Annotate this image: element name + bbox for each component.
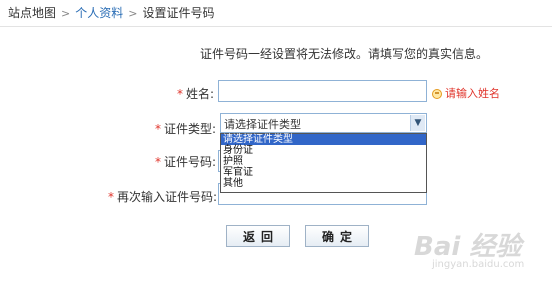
required-mark: * — [154, 155, 161, 169]
name-label-text: 姓名: — [185, 87, 214, 101]
id-type-option[interactable]: 请选择证件类型 — [221, 134, 426, 145]
id-number-label-text: 证件号码: — [163, 155, 216, 169]
id-type-option[interactable]: 身份证 — [221, 145, 426, 156]
id-type-select[interactable]: 请选择证件类型 ▼ — [220, 113, 427, 133]
breadcrumb-separator: > — [128, 7, 138, 20]
back-button[interactable]: 返回 — [226, 225, 290, 247]
breadcrumb-separator: > — [61, 7, 71, 20]
name-hint: 请输入姓名 — [432, 85, 500, 101]
name-input[interactable] — [218, 80, 427, 102]
id-type-option[interactable]: 其他 — [221, 178, 426, 189]
id-number-confirm-label-text: 再次输入证件号码: — [117, 190, 218, 204]
id-type-label-text: 证件类型: — [163, 122, 216, 136]
id-type-dropdown-list: 请选择证件类型 身份证 护照 军官证 其他 — [220, 133, 427, 193]
id-type-option[interactable]: 军官证 — [221, 167, 426, 178]
name-label: * 姓名: — [170, 85, 214, 102]
required-mark: * — [176, 87, 183, 101]
watermark-logo: Bai 经验 — [414, 232, 522, 262]
notice-text: 证件号码一经设置将无法修改。请填写您的真实信息。 — [200, 47, 489, 61]
breadcrumb-current-page: 设置证件号码 — [142, 6, 215, 20]
watermark-url: jingyan.baidu.com — [432, 259, 525, 270]
id-type-option[interactable]: 护照 — [221, 156, 426, 167]
breadcrumb-site-map[interactable]: 站点地图 — [8, 6, 56, 20]
required-mark: * — [154, 122, 161, 136]
required-mark: * — [108, 190, 114, 204]
breadcrumb: 站点地图 > 个人资料 > 设置证件号码 — [8, 4, 214, 22]
id-type-select-value: 请选择证件类型 — [224, 118, 301, 131]
id-number-label: * 证件号码: — [150, 153, 216, 170]
confirm-button[interactable]: 确定 — [305, 225, 369, 247]
chevron-down-icon[interactable]: ▼ — [410, 115, 425, 131]
id-type-label: * 证件类型: — [150, 120, 216, 137]
name-hint-text: 请输入姓名 — [445, 87, 500, 100]
breadcrumb-divider — [0, 26, 552, 27]
id-number-confirm-label: * 再次输入证件号码: — [108, 188, 218, 205]
breadcrumb-profile[interactable]: 个人资料 — [75, 6, 123, 20]
smiley-face-icon — [432, 89, 442, 99]
watermark: Bai 经验 jingyan.baidu.com — [414, 226, 548, 276]
